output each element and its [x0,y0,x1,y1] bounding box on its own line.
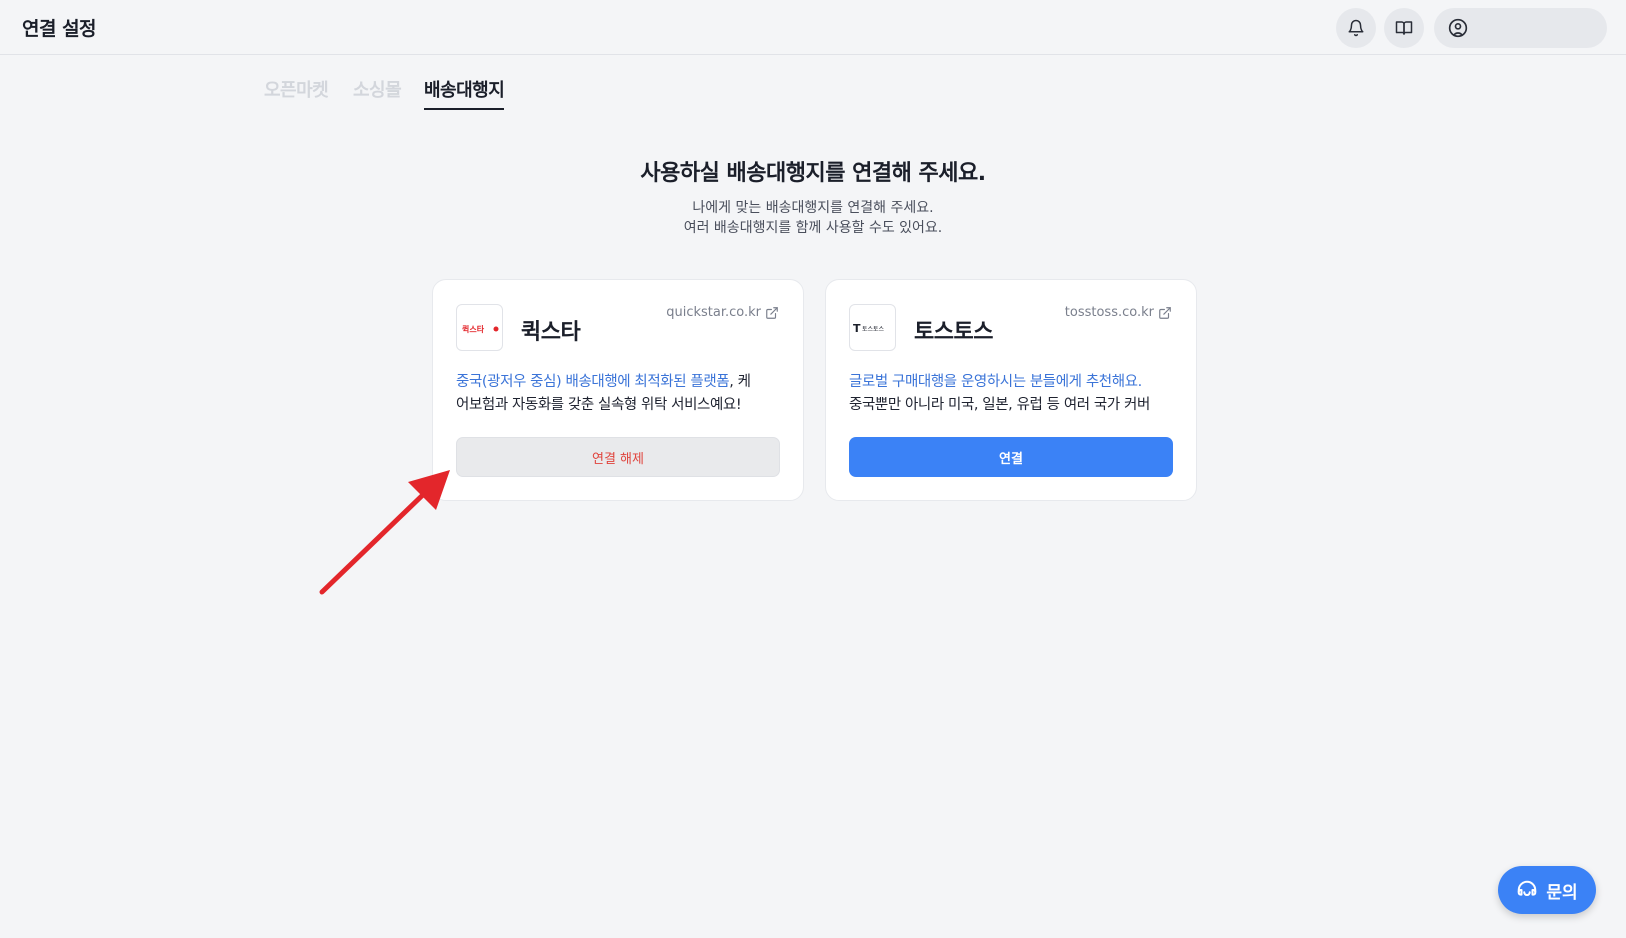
provider-name: 토스토스 [914,320,993,345]
provider-site-link[interactable]: tosstoss.co.kr [1065,305,1172,320]
connect-button[interactable]: 연결 [849,437,1173,477]
provider-description-line2: 어보험과 자동화를 갖춘 실속형 위탁 서비스예요! [456,397,742,413]
provider-description: 중국(광저우 중심) 배송대행에 최적화된 플랫폼, 케 어보험과 자동화를 갖… [456,371,786,417]
tosstoss-logo: T 토스토스 [849,304,896,351]
book-icon [1395,21,1413,35]
tab-shipping-agent[interactable]: 배송대행지 [424,76,505,110]
page-title: 연결 설정 [22,18,97,40]
bell-icon [1348,19,1364,37]
provider-description-highlight: 글로벌 구매대행을 운영하시는 분들에게 추천해요. [849,374,1142,390]
user-circle-icon [1448,18,1468,38]
section-title: 사용하실 배송대행지를 연결해 주세요. [640,161,986,186]
provider-description-line2: 중국뿐만 아니라 미국, 일본, 유럽 등 여러 국가 커버 [849,397,1150,413]
provider-card-tosstoss: T 토스토스 토스토스 tosstoss.co.kr 글로벌 구매대행을 운영하… [825,279,1197,501]
tab-sourcing-mall[interactable]: 소싱몰 [353,76,402,108]
help-chat-button[interactable]: 문의 [1498,866,1596,914]
provider-description-highlight: 중국(광저우 중심) 배송대행에 최적화된 플랫폼 [456,374,730,390]
tab-open-market[interactable]: 오픈마켓 [264,76,329,108]
external-link-icon [766,306,778,319]
quickstar-logo: 퀵스타 [456,304,503,351]
notifications-button[interactable] [1336,8,1376,48]
external-link-icon [1159,306,1171,319]
provider-name: 퀵스타 [521,320,581,345]
provider-description-rest: , 케 [729,374,751,390]
top-bar: 연결 설정 [0,0,1626,55]
disconnect-button[interactable]: 연결 해제 [456,437,780,477]
svg-text:T: T [853,322,861,335]
annotation-arrow [319,470,450,595]
guide-button[interactable] [1384,8,1424,48]
headset-icon [1518,880,1537,896]
provider-site-url: tosstoss.co.kr [1064,305,1154,320]
profile-menu-button[interactable] [1434,8,1607,48]
provider-site-link[interactable]: quickstar.co.kr [666,305,779,320]
section-subtitle-line1: 나에게 맞는 배송대행지를 연결해 주세요. [692,200,934,216]
provider-description: 글로벌 구매대행을 운영하시는 분들에게 추천해요. 중국뿐만 아니라 미국, … [849,371,1179,417]
provider-card-quickstar: 퀵스타 퀵스타 quickstar.co.kr 중국(광저우 중심) 배송대행에… [432,279,804,501]
help-button-label: 문의 [1546,882,1578,903]
provider-site-url: quickstar.co.kr [666,305,761,320]
svg-text:토스토스: 토스토스 [862,326,885,333]
section-subtitle-line2: 여러 배송대행지를 함께 사용할 수도 있어요. [683,220,943,236]
svg-text:퀵스타: 퀵스타 [462,324,485,334]
